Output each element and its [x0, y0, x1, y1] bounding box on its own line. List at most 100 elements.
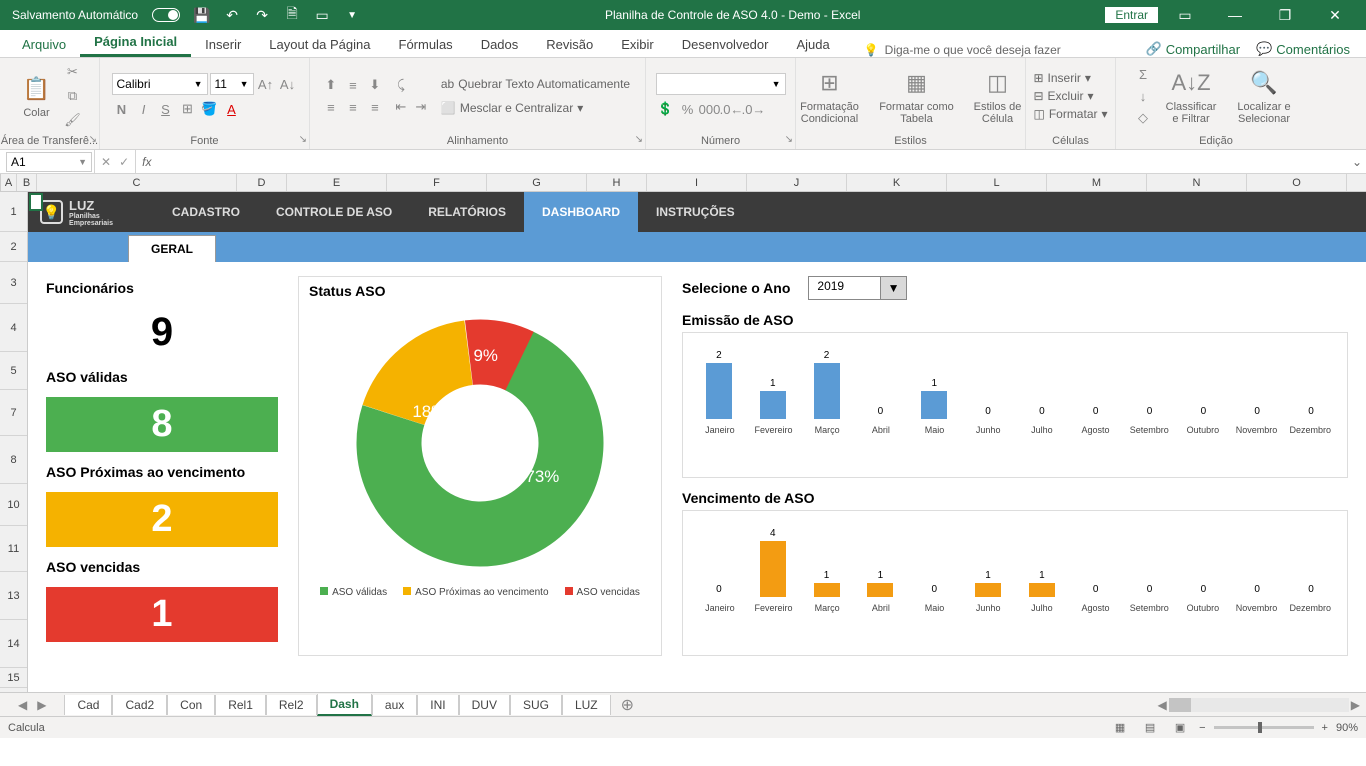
expand-fbar-icon[interactable]: ⌄ [1348, 155, 1366, 169]
clear-icon[interactable]: ◇ [1133, 108, 1153, 128]
zoom-slider[interactable] [1214, 726, 1314, 729]
fx-icon[interactable]: fx [136, 155, 157, 169]
cancel-icon[interactable]: ✕ [101, 155, 111, 169]
normal-view-icon[interactable]: ▦ [1109, 720, 1131, 736]
subnav-geral[interactable]: GERAL [128, 235, 216, 262]
format-painter-icon[interactable]: 🖌 [63, 110, 83, 130]
autosave-toggle[interactable] [152, 8, 180, 22]
cond-format-button[interactable]: ⊞Formatação Condicional [792, 65, 868, 127]
col-header[interactable]: L [947, 174, 1047, 191]
sheet-tab-dash[interactable]: Dash [317, 694, 372, 716]
row-header[interactable]: 11 [0, 526, 27, 572]
sheet-tab-sug[interactable]: SUG [510, 695, 562, 715]
col-header[interactable]: H [587, 174, 647, 191]
cell-styles-button[interactable]: ◫Estilos de Célula [966, 65, 1030, 127]
enter-icon[interactable]: ✓ [119, 155, 129, 169]
sheet-tab-luz[interactable]: LUZ [562, 695, 611, 715]
number-format-select[interactable]: ▼ [656, 73, 786, 95]
nav-relatorios[interactable]: RELATÓRIOS [410, 192, 524, 232]
align-launcher-icon[interactable]: ↘ [635, 134, 643, 145]
row-header[interactable]: 2 [0, 232, 27, 262]
col-header[interactable]: N [1147, 174, 1247, 191]
outdent-icon[interactable]: ⇤ [391, 97, 411, 117]
ribbon-options-icon[interactable]: ▭ [1162, 0, 1208, 30]
row-header[interactable]: 15 [0, 668, 27, 688]
bold-button[interactable]: N [112, 99, 132, 119]
nav-controle[interactable]: CONTROLE DE ASO [258, 192, 410, 232]
tab-developer[interactable]: Desenvolvedor [668, 32, 783, 57]
tab-formulas[interactable]: Fórmulas [385, 32, 467, 57]
font-size-select[interactable]: 11▼ [210, 73, 254, 95]
tab-nav-prev-icon[interactable]: ◀ [18, 698, 27, 712]
new-sheet-button[interactable]: ⊕ [611, 695, 644, 715]
year-select[interactable]: 2019▼ [808, 276, 907, 300]
comma-icon[interactable]: 000 [700, 99, 720, 119]
align-center-icon[interactable]: ≡ [343, 97, 363, 117]
col-header[interactable]: D [237, 174, 287, 191]
sheet-tab-cad[interactable]: Cad [64, 695, 112, 715]
sheet-tab-aux[interactable]: aux [372, 695, 417, 715]
row-header[interactable]: 7 [0, 390, 27, 436]
sheet-tab-rel1[interactable]: Rel1 [215, 695, 266, 715]
percent-icon[interactable]: % [678, 99, 698, 119]
nav-cadastro[interactable]: CADASTRO [154, 192, 258, 232]
sheet-tab-cad2[interactable]: Cad2 [112, 695, 167, 715]
autosum-icon[interactable]: Σ [1133, 64, 1153, 84]
col-header[interactable]: F [387, 174, 487, 191]
currency-icon[interactable]: 💲 [656, 99, 676, 119]
format-cells-button[interactable]: ◫ Formatar ▾ [1029, 105, 1111, 123]
font-name-select[interactable]: Calibri▼ [112, 73, 208, 95]
horizontal-scrollbar[interactable] [1169, 698, 1349, 712]
underline-button[interactable]: S [156, 99, 176, 119]
tab-view[interactable]: Exibir [607, 32, 668, 57]
number-launcher-icon[interactable]: ↘ [785, 134, 793, 145]
save-icon[interactable]: 💾 [194, 7, 210, 23]
inc-dec-icon[interactable]: .0← [722, 99, 742, 119]
col-header[interactable]: B [17, 174, 37, 191]
close-icon[interactable]: ✕ [1312, 0, 1358, 30]
row-header[interactable]: 13 [0, 572, 27, 620]
minimize-icon[interactable]: — [1212, 0, 1258, 30]
merge-button[interactable]: ⬜ Mesclar e Centralizar ▾ [437, 99, 634, 117]
zoom-out-button[interactable]: − [1199, 722, 1205, 734]
page-break-icon[interactable]: ▣ [1169, 720, 1191, 736]
border-icon[interactable]: ⊞ [178, 99, 198, 119]
active-cell[interactable] [29, 193, 43, 211]
sheet-tab-duv[interactable]: DUV [459, 695, 510, 715]
nav-dashboard[interactable]: DASHBOARD [524, 192, 638, 232]
row-header[interactable]: 1 [0, 192, 27, 232]
paste-button[interactable]: 📋Colar [17, 71, 57, 121]
sheet-tab-ini[interactable]: INI [417, 695, 458, 715]
align-middle-icon[interactable]: ≡ [343, 75, 363, 95]
wrap-text-button[interactable]: ab Quebrar Texto Automaticamente [437, 75, 634, 93]
cut-icon[interactable]: ✂ [63, 62, 83, 82]
insert-cells-button[interactable]: ⊞ Inserir ▾ [1029, 69, 1094, 87]
row-header[interactable]: 10 [0, 484, 27, 526]
qat-icon-2[interactable]: ▭ [314, 7, 330, 23]
col-header[interactable]: K [847, 174, 947, 191]
nav-instrucoes[interactable]: INSTRUÇÕES [638, 192, 753, 232]
font-color-icon[interactable]: A [222, 99, 242, 119]
select-all-button[interactable] [0, 174, 1, 191]
tab-layout[interactable]: Layout da Página [255, 32, 384, 57]
comments-button[interactable]: 💬 Comentários [1256, 41, 1350, 57]
share-button[interactable]: 🔗 Compartilhar [1146, 41, 1241, 57]
clipboard-launcher-icon[interactable]: ↘ [89, 134, 97, 145]
row-header[interactable]: 8 [0, 436, 27, 484]
col-header[interactable]: I [647, 174, 747, 191]
worksheet-grid[interactable]: 12345781011131415 💡 LUZPlanilhas Empresa… [0, 192, 1366, 692]
col-header[interactable]: M [1047, 174, 1147, 191]
tab-nav-next-icon[interactable]: ▶ [37, 698, 46, 712]
align-right-icon[interactable]: ≡ [365, 97, 385, 117]
zoom-level[interactable]: 90% [1336, 722, 1358, 734]
align-left-icon[interactable]: ≡ [321, 97, 341, 117]
tab-home[interactable]: Página Inicial [80, 29, 191, 57]
qat-icon-1[interactable]: 🗎 [284, 7, 300, 23]
align-top-icon[interactable]: ⬆ [321, 75, 341, 95]
col-header[interactable]: O [1247, 174, 1347, 191]
tab-data[interactable]: Dados [467, 32, 533, 57]
align-bottom-icon[interactable]: ⬇ [365, 75, 385, 95]
dec-dec-icon[interactable]: .0→ [744, 99, 764, 119]
sheet-tab-con[interactable]: Con [167, 695, 215, 715]
fill-icon[interactable]: ↓ [1133, 86, 1153, 106]
